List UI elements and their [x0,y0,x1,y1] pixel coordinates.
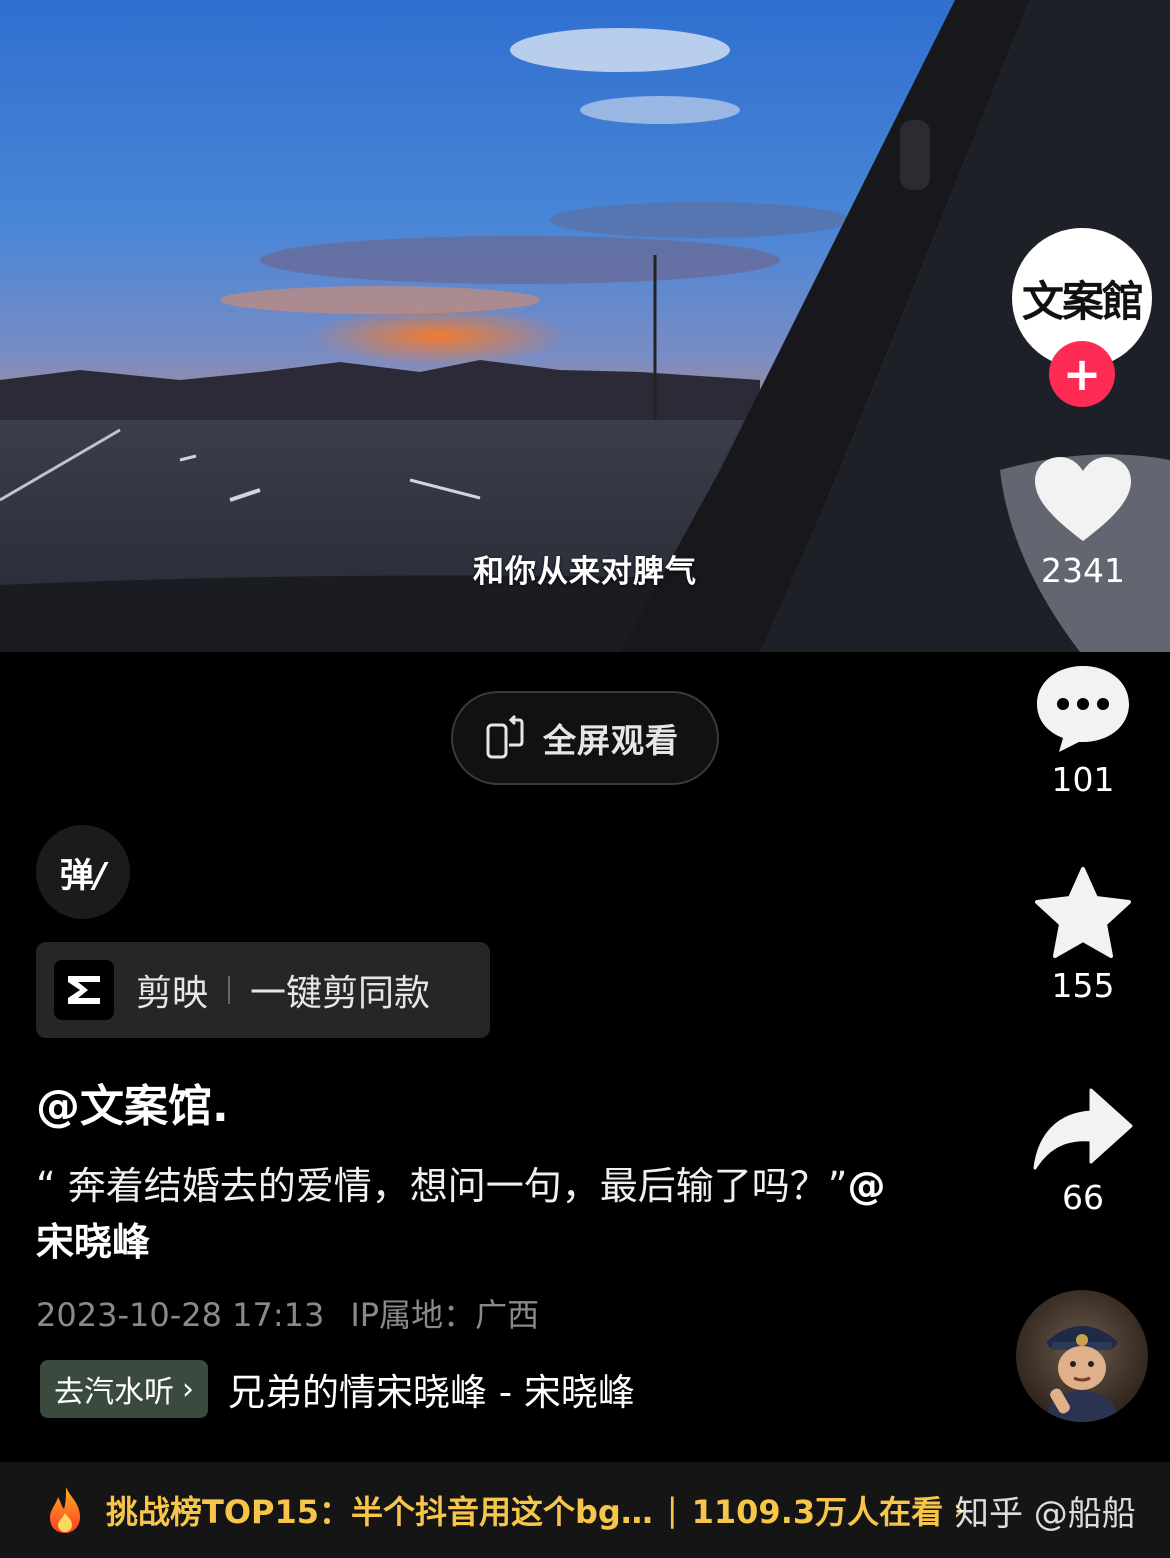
divider [228,976,231,1004]
like-button[interactable]: 2341 [1020,455,1146,590]
fullscreen-label: 全屏观看 [543,721,679,760]
music-disc-avatar[interactable] [1016,1290,1148,1422]
chevron-right-icon: › [182,1371,194,1407]
music-title[interactable]: 兄弟的情宋晓峰 - 宋晓峰 [228,1362,698,1416]
zhihu-watermark: 知乎 @船船 [955,1494,1136,1534]
comment-count: 101 [1051,760,1115,799]
banner-text: 挑战榜TOP15：半个抖音用这个bg… [106,1493,653,1531]
description-text: “ 奔着结婚去的爱情，想问一句，最后输了吗？” [36,1164,848,1208]
post-meta: 2023-10-28 17:13 IP属地：广西 [36,1290,539,1336]
music-row: 去汽水听 › 兄弟的情宋晓峰 - 宋晓峰 [40,1360,698,1418]
comment-icon [1037,666,1129,752]
qishui-listen-button[interactable]: 去汽水听 › [40,1360,208,1418]
favorite-count: 155 [1051,966,1115,1005]
fullscreen-button[interactable]: 全屏观看 [451,691,719,785]
share-count: 66 [1062,1178,1104,1217]
danmaku-button[interactable]: 弹/ [36,825,130,919]
comment-button[interactable]: 101 [1020,662,1146,799]
favorite-button[interactable]: 155 [1020,866,1146,1005]
author-name[interactable]: @文案馆. [36,1070,229,1134]
star-icon [1035,867,1131,958]
capcut-app-name: 剪映 [136,973,209,1014]
share-button[interactable]: 66 [1020,1088,1146,1217]
like-count: 2341 [1041,551,1125,590]
music-tag-label: 去汽水听 [54,1375,174,1410]
post-date: 2023-10-28 17:13 [36,1296,325,1334]
capcut-logo-icon [54,960,114,1020]
video-subtitle: 和你从来对脾气 [473,554,697,590]
music-cover-image [1046,1326,1118,1422]
flame-icon [50,1487,80,1533]
follow-button[interactable]: + [1049,341,1115,407]
post-description: “ 奔着结婚去的爱情，想问一句，最后输了吗？”@宋晓峰 [36,1158,916,1270]
capcut-template-bar[interactable]: 剪映 一键剪同款 [36,942,490,1038]
capcut-action-label: 一键剪同款 [250,973,431,1014]
share-arrow-icon [1033,1088,1133,1170]
rotate-phone-icon [486,715,524,759]
ip-location: IP属地：广西 [350,1296,540,1334]
video-player[interactable]: 和你从来对脾气 [0,0,1170,652]
danmaku-icon: 弹/ [59,855,107,896]
banner-viewers: 1109.3万人在看 [691,1493,944,1531]
heart-icon [1035,457,1131,541]
banner-divider: | [666,1491,678,1529]
